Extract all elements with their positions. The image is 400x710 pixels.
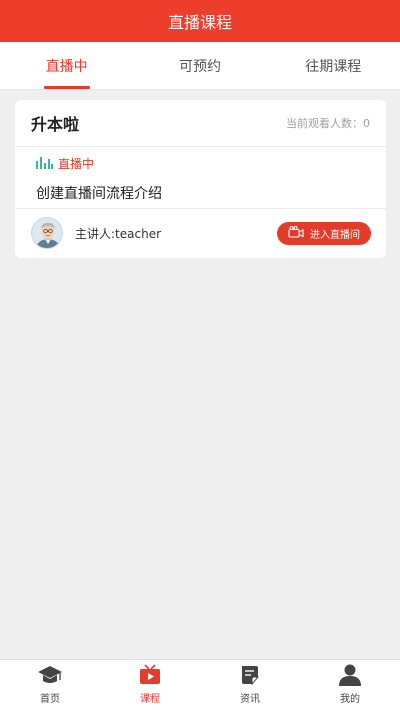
live-status-row: 直播中 xyxy=(15,149,386,177)
top-header: 直播课程 xyxy=(0,0,400,42)
tabbar-label-courses: 课程 xyxy=(140,694,160,705)
tabbar-item-home[interactable]: 首页 xyxy=(0,660,100,710)
page-title: 直播课程 xyxy=(167,13,232,32)
enter-live-room-label: 进入直播间 xyxy=(310,229,360,241)
live-bars-icon xyxy=(36,154,53,173)
tabbar-label-news: 资讯 xyxy=(240,694,260,705)
course-tabs: 直播中 可预约 往期课程 xyxy=(0,42,400,90)
tab-past-courses-label: 往期课程 xyxy=(305,58,362,75)
tabbar-item-mine[interactable]: 我的 xyxy=(300,660,400,710)
teacher-info: 主讲人:teacher xyxy=(31,217,161,249)
news-icon xyxy=(237,662,263,688)
video-camera-icon xyxy=(288,225,304,241)
enter-live-room-button[interactable]: 进入直播间 xyxy=(277,221,371,245)
tabbar-label-home: 首页 xyxy=(40,694,60,705)
viewer-count: 当前观看人数：0 xyxy=(286,117,370,130)
tab-reservable-label: 可预约 xyxy=(178,58,221,75)
tab-live-label: 直播中 xyxy=(45,58,88,75)
teacher-name: 主讲人:teacher xyxy=(75,226,162,241)
tab-live[interactable]: 直播中 xyxy=(0,42,133,89)
teacher-avatar xyxy=(31,217,63,249)
teacher-row: 主讲人:teacher 进入直播间 xyxy=(15,209,386,257)
tv-play-icon xyxy=(137,662,163,688)
bottom-tab-bar: 首页 课程 资讯 我的 xyxy=(0,659,400,710)
live-course-card[interactable]: 升本啦 当前观看人数：0 直播中 创建直播间流程介绍 主讲人:teacher 进… xyxy=(15,100,386,258)
live-status-text: 直播中 xyxy=(58,156,95,171)
card-title: 升本啦 xyxy=(31,115,80,134)
card-header: 升本啦 当前观看人数：0 xyxy=(15,100,386,147)
tab-past-courses[interactable]: 往期课程 xyxy=(267,42,400,89)
course-title[interactable]: 创建直播间流程介绍 xyxy=(15,177,386,209)
tabbar-item-courses[interactable]: 课程 xyxy=(100,660,200,710)
tabbar-label-mine: 我的 xyxy=(340,694,360,705)
tabbar-item-news[interactable]: 资讯 xyxy=(200,660,300,710)
person-icon xyxy=(337,662,363,688)
tab-reservable[interactable]: 可预约 xyxy=(133,42,266,89)
graduation-cap-icon xyxy=(37,662,63,688)
